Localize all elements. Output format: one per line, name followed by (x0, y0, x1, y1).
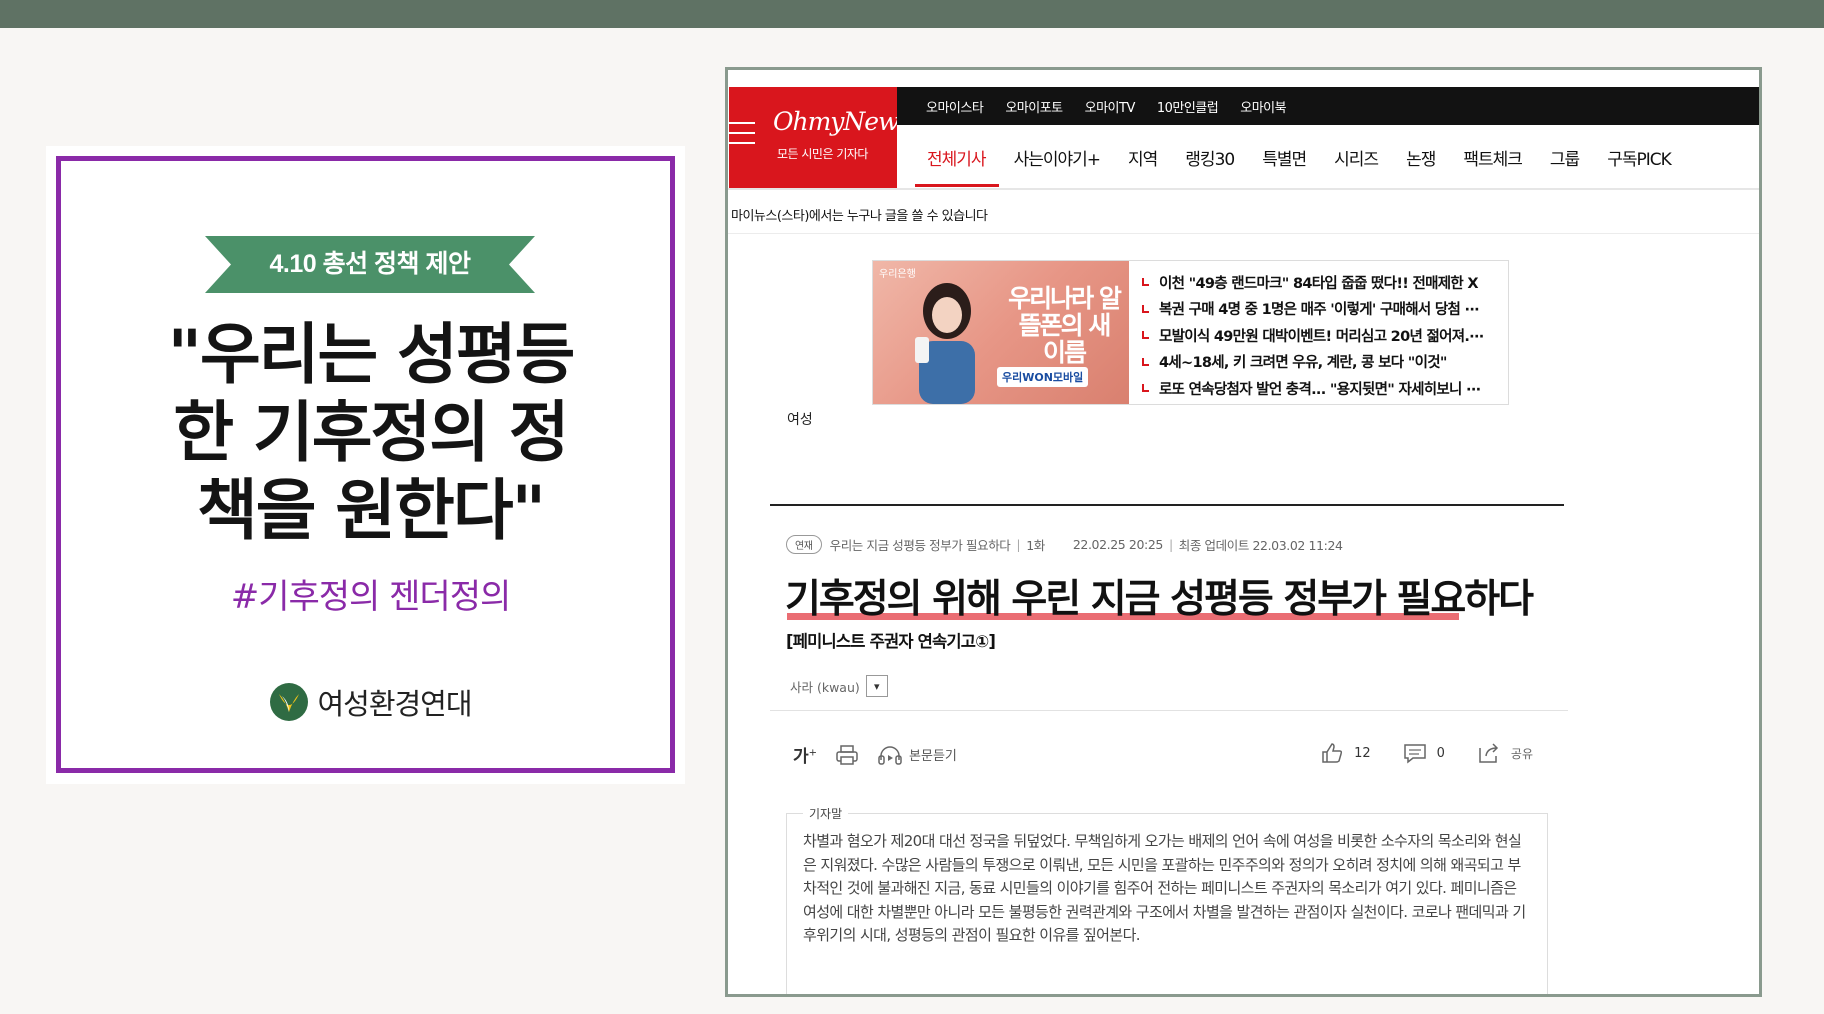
ad-image[interactable]: 우리은행 우리나라 알뜰폰의 새 이름 우리WON모바일 (873, 261, 1129, 404)
menu-icon[interactable] (729, 122, 755, 152)
ad-headline-text: 4세~18세, 키 크려면 우유, 계란, 콩 보다 "이것" (1159, 355, 1447, 372)
nav-group[interactable]: 그룹 (1550, 145, 1580, 170)
bullet-icon (1142, 331, 1149, 340)
poster-headline: "우리는 성평등한 기후정의 정책을 원한다" (61, 316, 680, 550)
reporter-note: 기자말 차별과 혐오가 제20대 대선 정국을 뒤덮었다. 무책임하게 오가는 … (786, 805, 1548, 994)
nav-all-articles[interactable]: 전체기사 (927, 145, 987, 170)
subnav-item[interactable]: 오마이북 (1240, 97, 1286, 116)
section-label[interactable]: 여성 (787, 409, 813, 429)
article-divider (770, 710, 1568, 711)
top-band (0, 0, 1824, 28)
article-screenshot: OhmyNews 모든 시민은 기자다 오마이스타 오마이포토 오마이TV 10… (725, 67, 1762, 997)
bullet-icon (1142, 278, 1149, 287)
ad-headline[interactable]: 이천 "49층 랜드마크" 84타입 줍줍 떴다!! 전매제한 X (1142, 269, 1484, 296)
section-divider (770, 504, 1564, 506)
nav-subscribe-pick[interactable]: 구독PICK (1607, 145, 1672, 170)
org-name: 여성환경연대 (317, 687, 472, 721)
nav-series[interactable]: 시리즈 (1334, 145, 1379, 170)
meta-separator: | (1168, 537, 1173, 552)
poster-headline-text: "우리는 성평등한 기후정의 정책을 원한다" (167, 316, 576, 549)
subnav-item[interactable]: 10만인클럽 (1157, 97, 1219, 116)
nav-divider (728, 188, 1759, 190)
ad-bank-name: 우리은행 (879, 269, 916, 280)
notice-divider (728, 233, 1759, 234)
ribbon-text: 4.10 총선 정책 제안 (269, 250, 472, 278)
ad-badge: 우리WON모바일 (997, 367, 1089, 387)
main-nav: 전체기사 사는이야기+ 지역 랭킹30 특별면 시리즈 논쟁 팩트체크 그룹 구… (927, 127, 1699, 187)
poster-frame: 4.10 총선 정책 제안 "우리는 성평등한 기후정의 정책을 원한다" #기… (56, 156, 675, 773)
policy-poster: 4.10 총선 정책 제안 "우리는 성평등한 기후정의 정책을 원한다" #기… (46, 146, 685, 784)
ad-headline-text: 모발이식 49만원 대박이벤트! 머리심고 20년 젊어져.··· (1159, 328, 1484, 345)
font-size-label: 가 (793, 747, 809, 767)
org-block: 여성환경연대 (61, 681, 680, 726)
poster-ribbon: 4.10 총선 정책 제안 (205, 236, 535, 293)
chevron-down-icon[interactable]: ▾ (865, 675, 888, 697)
share-icon[interactable] (1477, 742, 1501, 764)
subnav-item[interactable]: 오마이포토 (1005, 97, 1063, 116)
print-icon[interactable] (835, 744, 859, 766)
ad-model-image (915, 283, 975, 404)
reporter-note-label: 기자말 (803, 805, 849, 822)
notice-ticker[interactable]: 마이뉴스(스타)에서는 누구나 글을 쓸 수 있습니다 (731, 205, 988, 224)
family-site-bar: 오마이스타 오마이포토 오마이TV 10만인클럽 오마이북 (897, 87, 1759, 125)
font-size-button[interactable]: 가+ (793, 742, 817, 767)
episode-number: 1화 (1026, 538, 1045, 553)
active-tab-indicator (915, 184, 999, 187)
like-count: 12 (1354, 745, 1371, 761)
site-logo[interactable]: OhmyNews 모든 시민은 기자다 (729, 87, 911, 188)
reporter-note-body: 차별과 혐오가 제20대 대선 정국을 뒤덮었다. 무책임하게 오가는 배제의 … (803, 832, 1526, 944)
author-name[interactable]: 사라 (kwau) (790, 677, 860, 696)
ad-headline[interactable]: 복권 구매 4명 중 1명은 매주 '이렇게' 구매해서 당첨 ··· (1142, 296, 1484, 323)
publish-date: 22.02.25 20:25 (1072, 537, 1163, 552)
share-label[interactable]: 공유 (1511, 745, 1533, 762)
nav-ranking[interactable]: 랭킹30 (1185, 145, 1235, 170)
listen-label: 본문듣기 (909, 749, 957, 764)
article-toolbar: 가+ 본문듣기 12 0 공유 (793, 742, 1533, 770)
ad-headline-text: 로또 연속당첨자 발언 충격... "용지뒷면" 자세히보니 ··· (1159, 381, 1481, 398)
subnav-item[interactable]: 오마이스타 (926, 97, 984, 116)
subnav-item[interactable]: 오마이TV (1085, 97, 1136, 116)
ad-headline[interactable]: 로또 연속당첨자 발언 충격... "용지뒷면" 자세히보니 ··· (1142, 375, 1484, 402)
ad-headline-text: 이천 "49층 랜드마크" 84타입 줍줍 떴다!! 전매제한 X (1159, 275, 1479, 292)
ad-headline-list: 이천 "49층 랜드마크" 84타입 줍줍 떴다!! 전매제한 X 복권 구매 … (1142, 269, 1484, 402)
nav-debate[interactable]: 논쟁 (1406, 145, 1436, 170)
poster-hashtag: #기후정의 젠더정의 (230, 577, 512, 617)
like-icon[interactable] (1320, 742, 1344, 764)
ad-banner: 우리은행 우리나라 알뜰폰의 새 이름 우리WON모바일 이천 "49층 랜드마… (872, 260, 1509, 405)
article-title: 기후정의 위해 우린 지금 성평등 정부가 필요하다 (785, 577, 1534, 622)
nav-region[interactable]: 지역 (1128, 145, 1158, 170)
comment-count: 0 (1436, 745, 1445, 761)
headphones-icon (878, 745, 902, 765)
ad-headline-text: 복권 구매 4명 중 1명은 매주 '이렇게' 구매해서 당첨 ··· (1159, 302, 1480, 319)
listen-button[interactable]: 본문듣기 (877, 744, 957, 766)
comment-icon[interactable] (1403, 742, 1427, 764)
nav-special[interactable]: 특별면 (1262, 145, 1307, 170)
org-logo-icon (270, 683, 309, 721)
series-badge: 연재 (786, 535, 822, 554)
author-block: 사라 (kwau) ▾ (790, 675, 888, 697)
meta-separator: | (1016, 537, 1021, 552)
bullet-icon (1142, 304, 1149, 313)
updated-date: 최종 업데이트 22.03.02 11:24 (1178, 538, 1343, 553)
nav-factcheck[interactable]: 팩트체크 (1463, 145, 1523, 170)
nav-life-stories[interactable]: 사는이야기+ (1014, 145, 1101, 170)
bullet-icon (1142, 384, 1149, 393)
ad-headline[interactable]: 모발이식 49만원 대박이벤트! 머리심고 20년 젊어져.··· (1142, 322, 1484, 349)
logo-wordmark: OhmyNews (773, 107, 911, 136)
logo-slogan: 모든 시민은 기자다 (777, 147, 868, 161)
series-name[interactable]: 우리는 지금 성평등 정부가 필요하다 (830, 535, 1011, 554)
ad-headline[interactable]: 4세~18세, 키 크려면 우유, 계란, 콩 보다 "이것" (1142, 349, 1484, 376)
article-meta: 연재 우리는 지금 성평등 정부가 필요하다 | 1화 22.02.25 20:… (786, 535, 1343, 554)
article-subtitle: [페미니스트 주권자 연속기고①] (786, 632, 996, 651)
bullet-icon (1142, 357, 1149, 366)
ad-title: 우리나라 알뜰폰의 새 이름 (1008, 284, 1122, 367)
